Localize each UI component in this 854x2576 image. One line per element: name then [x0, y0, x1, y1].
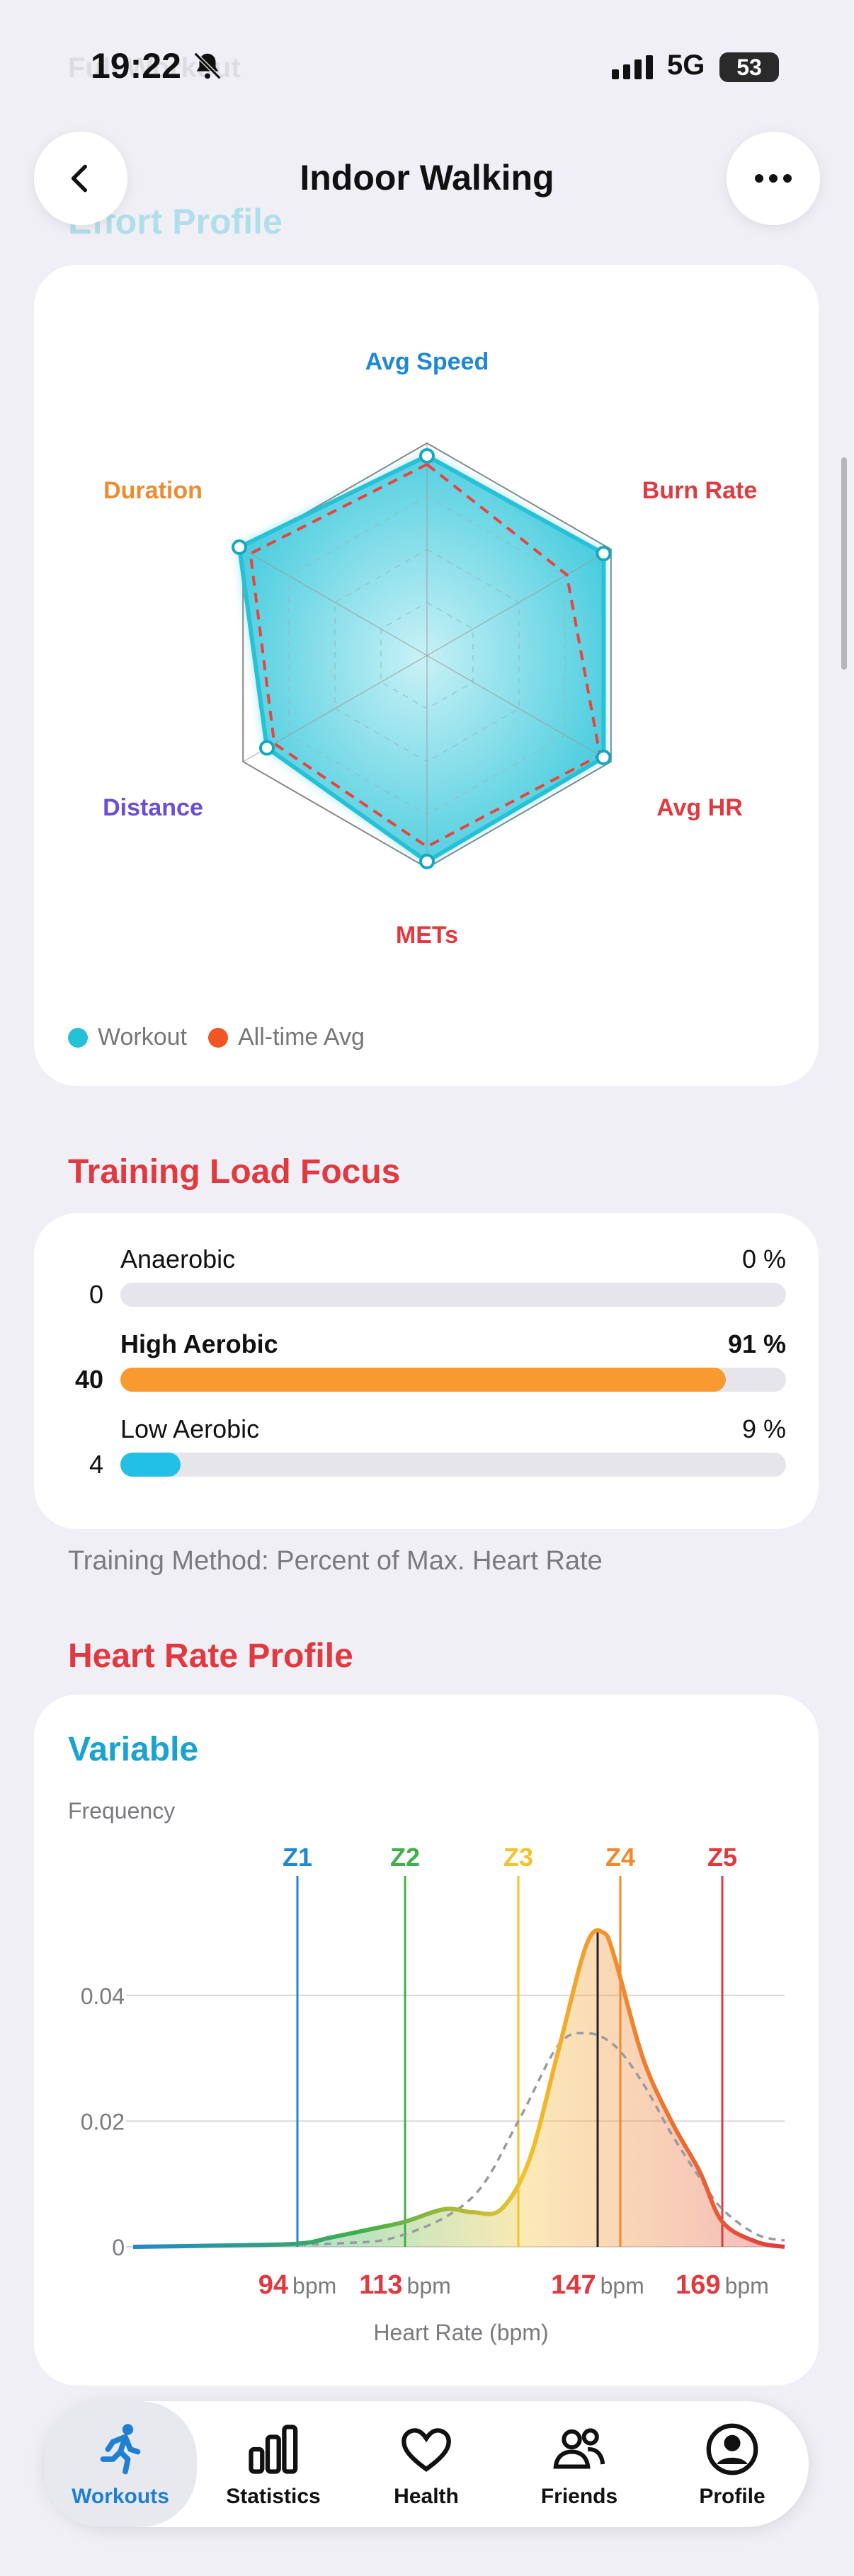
x-axis-label: Heart Rate (bpm) [373, 2320, 548, 2345]
workout-vertex-point [596, 546, 612, 561]
network-type: 5G [667, 50, 705, 81]
radar-axis-label: METs [396, 922, 458, 949]
runner-icon [100, 2424, 141, 2475]
x-tick-label: 147 bpm [551, 2270, 644, 2300]
zone-label: Z4 [605, 1843, 635, 1872]
tab-friends[interactable]: Friends [503, 2401, 656, 2527]
person-circle-icon [706, 2423, 758, 2475]
zone-label: Z1 [283, 1843, 312, 1872]
y-tick-label: 0.02 [81, 2109, 125, 2134]
hr-variability-label: Variable [68, 1731, 199, 1768]
radar-legend: Workout All-time Avg [68, 1024, 365, 1051]
workout-legend-dot [68, 1027, 88, 1048]
alltime-legend-dot [207, 1027, 228, 1048]
training-load-label: Low Aerobic [120, 1414, 260, 1443]
bar-chart-icon [249, 2425, 298, 2474]
training-load-value: 0 [89, 1280, 103, 1309]
zone-label: Z5 [707, 1843, 737, 1872]
battery-indicator: 53 [719, 52, 779, 82]
training-load-value: 40 [74, 1365, 103, 1394]
training-load-percent: 91 % [727, 1329, 786, 1358]
training-load-bar-track [120, 1453, 786, 1477]
x-tick-label: 169 bpm [676, 2270, 769, 2300]
legend-alltime: All-time Avg [237, 1024, 365, 1051]
heart-icon [402, 2428, 451, 2472]
training-load-title: Training Load Focus [68, 1153, 401, 1191]
radar-axis-label: Distance [103, 794, 203, 821]
hr-profile-title: Heart Rate Profile [68, 1637, 353, 1675]
tab-statistics[interactable]: Statistics [197, 2401, 350, 2527]
hr-profile-chart: 0.04 0.02 0 Z1 Z2 Z3 Z4 Z5 94 bpm 113 bpm 147 bpm 169 b… [81, 1843, 785, 2345]
y-axis-label: Frequency [68, 1798, 176, 1824]
x-tick-label: 94 bpm [258, 2270, 337, 2300]
training-load-label: High Aerobic [120, 1329, 278, 1358]
zone-label: Z2 [390, 1843, 420, 1872]
tab-label: Friends [540, 2485, 618, 2508]
training-load-value: 4 [89, 1450, 103, 1479]
workout-vertex-point [596, 750, 612, 765]
bell-muted-icon [193, 52, 222, 80]
scroll-indicator[interactable] [841, 457, 847, 670]
tab-profile[interactable]: Profile [656, 2401, 809, 2527]
workout-vertex-point [419, 854, 435, 869]
workout-vertex-point [419, 448, 435, 464]
zone-label: Z3 [503, 1843, 533, 1872]
workout-vertex-point [231, 539, 247, 555]
training-method-note: Training Method: Percent of Max. Heart R… [68, 1546, 603, 1576]
tab-bar: Workouts Statistics Health Friends Profile [44, 2401, 809, 2527]
training-load-bar-track [120, 1283, 786, 1307]
radar-axis-label: Burn Rate [642, 477, 757, 504]
training-load-bar-track [120, 1368, 786, 1392]
hr-distribution-area [133, 1930, 785, 2247]
tab-label: Health [394, 2485, 459, 2508]
training-load-label: Anaerobic [120, 1244, 236, 1273]
training-load-percent: 0 % [741, 1244, 786, 1273]
ellipsis-icon [755, 174, 792, 183]
training-load-bar-fill [120, 1453, 181, 1477]
cellular-signal-icon [612, 55, 653, 79]
tab-workouts[interactable]: Workouts [44, 2401, 197, 2527]
training-load-bar-fill [120, 1368, 727, 1392]
training-load-percent: 9 % [741, 1414, 786, 1443]
y-tick-label: 0.04 [81, 1983, 125, 2009]
tab-label: Profile [699, 2485, 765, 2508]
y-tick-label: 0 [112, 2235, 125, 2260]
tab-label: Statistics [226, 2485, 321, 2508]
tab-health[interactable]: Health [350, 2401, 503, 2527]
status-time: 19:22 [91, 46, 181, 86]
people-icon [553, 2428, 605, 2469]
workout-vertex-point [258, 740, 275, 756]
effort-radar-chart: Avg Speed Burn Rate Avg HR METs Distance Dura… [103, 348, 757, 949]
radar-axis-label: Avg HR [656, 794, 743, 821]
x-tick-label: 113 bpm [359, 2270, 451, 2300]
more-options-button[interactable] [727, 132, 820, 225]
tab-label: Workouts [72, 2485, 169, 2508]
radar-axis-label: Avg Speed [365, 348, 489, 375]
legend-workout: Workout [98, 1024, 187, 1051]
radar-axis-label: Duration [103, 477, 203, 504]
